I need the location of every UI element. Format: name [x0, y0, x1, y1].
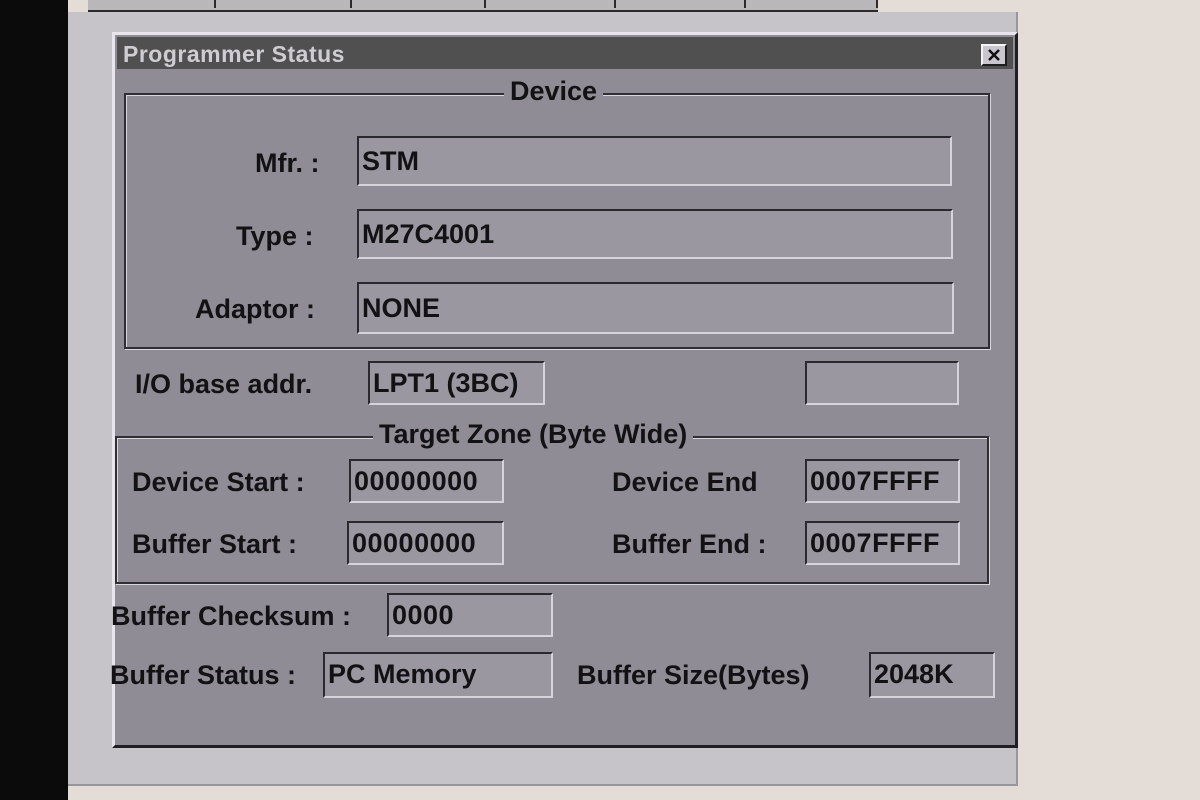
- io-base-field[interactable]: LPT1 (3BC): [368, 361, 545, 405]
- buffer-size-label: Buffer Size(Bytes): [577, 660, 810, 690]
- close-button[interactable]: [981, 44, 1007, 66]
- device-end-field[interactable]: 0007FFFF: [805, 459, 960, 503]
- buffer-start-field[interactable]: 00000000: [347, 521, 504, 565]
- buffer-start-label: Buffer Start :: [132, 529, 298, 559]
- programmer-status-dialog: Programmer Status Device Mfr. : STM Type…: [110, 32, 1018, 748]
- screen: Programmer Status Device Mfr. : STM Type…: [68, 0, 1200, 800]
- toolbar-button[interactable]: [216, 0, 352, 8]
- mfr-label: Mfr. :: [255, 148, 320, 178]
- buffer-checksum-field[interactable]: 0000: [387, 593, 553, 637]
- adaptor-field[interactable]: NONE: [357, 282, 954, 334]
- toolbar-button[interactable]: [88, 0, 216, 8]
- device-end-label: Device End: [612, 467, 758, 497]
- dialog-title: Programmer Status: [123, 41, 345, 67]
- type-label: Type :: [236, 221, 314, 251]
- toolbar-button[interactable]: [616, 0, 746, 8]
- device-start-field[interactable]: 00000000: [349, 459, 504, 503]
- background-toolbar: [88, 0, 878, 12]
- buffer-checksum-label: Buffer Checksum :: [111, 601, 352, 631]
- type-field[interactable]: M27C4001: [357, 209, 953, 259]
- title-bar[interactable]: Programmer Status: [117, 37, 1013, 69]
- toolbar-button[interactable]: [486, 0, 616, 8]
- io-base-label: I/O base addr.: [135, 369, 313, 399]
- buffer-status-label: Buffer Status :: [110, 660, 297, 690]
- buffer-end-label: Buffer End :: [612, 529, 767, 559]
- device-start-label: Device Start :: [132, 467, 305, 497]
- toolbar-button[interactable]: [352, 0, 486, 8]
- toolbar-button[interactable]: [746, 0, 878, 8]
- close-icon: [988, 49, 1000, 61]
- buffer-status-field[interactable]: PC Memory: [323, 652, 553, 698]
- monitor-bezel: [0, 0, 68, 800]
- mfr-field[interactable]: STM: [357, 136, 952, 186]
- io-extra-field[interactable]: [805, 361, 959, 405]
- adaptor-label: Adaptor :: [195, 294, 315, 324]
- buffer-size-field[interactable]: 2048K: [869, 652, 995, 698]
- target-zone-legend: Target Zone (Byte Wide): [373, 419, 694, 450]
- device-legend: Device: [504, 76, 604, 107]
- buffer-end-field[interactable]: 0007FFFF: [805, 521, 960, 565]
